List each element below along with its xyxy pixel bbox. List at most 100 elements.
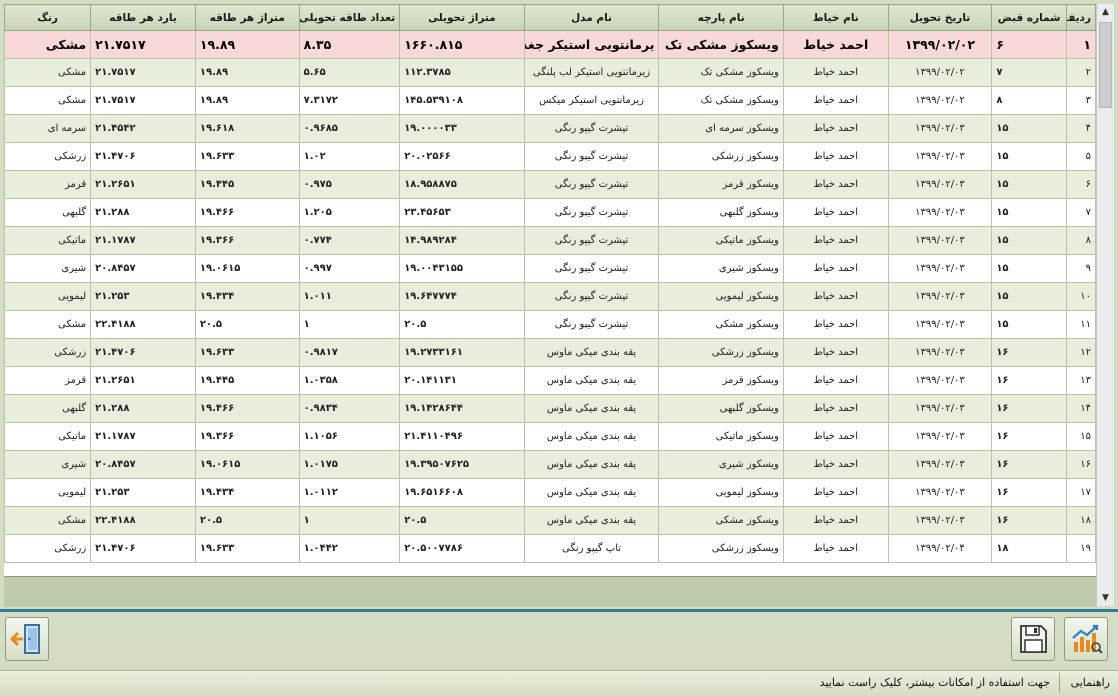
- cell-yard-per[interactable]: ۲۱.۱۷۸۷: [90, 226, 196, 255]
- column-header-color[interactable]: رنگ: [4, 4, 92, 31]
- cell-meter[interactable]: ۱۱۲.۳۷۸۵: [399, 58, 525, 87]
- cell-count[interactable]: ۸.۳۵: [298, 30, 401, 59]
- cell-meter[interactable]: ۲۱.۴۱۱۰۴۹۶: [399, 422, 525, 451]
- cell-model[interactable]: تیشرت گیپو رنگی: [523, 310, 660, 339]
- cell-color[interactable]: زرشکی: [4, 142, 92, 171]
- cell-receipt[interactable]: ۱۶: [991, 506, 1067, 535]
- cell-color[interactable]: مشکی: [4, 58, 92, 87]
- cell-yard-per[interactable]: ۲۱.۲۶۵۱: [90, 170, 196, 199]
- cell-tailor[interactable]: احمد خیاط: [782, 142, 889, 171]
- cell-meter[interactable]: ۱۹.۲۷۳۳۱۶۱: [399, 338, 525, 367]
- scroll-down-icon[interactable]: ▼: [1097, 590, 1114, 606]
- cell-tailor[interactable]: احمد خیاط: [782, 338, 889, 367]
- cell-count[interactable]: ۱.۰۱۱: [298, 282, 401, 311]
- cell-count[interactable]: ۱: [298, 506, 401, 535]
- scroll-thumb[interactable]: [1099, 22, 1112, 108]
- cell-date[interactable]: ۱۳۹۹/۰۲/۰۳: [887, 226, 993, 255]
- cell-meter-per[interactable]: ۱۹.۴۶۶: [194, 198, 300, 227]
- cell-meter[interactable]: ۱۹.۶۴۷۷۷۴: [399, 282, 525, 311]
- cell-model[interactable]: تیشرت گیپو رنگی: [523, 226, 660, 255]
- cell-tailor[interactable]: احمد خیاط: [782, 506, 889, 535]
- cell-yard-per[interactable]: ۲۱.۴۷۰۶: [90, 338, 196, 367]
- column-header-tailor[interactable]: نام خیاط: [782, 4, 889, 31]
- cell-fabric[interactable]: ویسکوز شیری: [658, 254, 784, 283]
- cell-model[interactable]: تیشرت گیپو رنگی: [523, 282, 660, 311]
- cell-receipt[interactable]: ۸: [991, 86, 1067, 115]
- cell-receipt[interactable]: ۱۵: [991, 226, 1067, 255]
- cell-tailor[interactable]: احمد خیاط: [782, 58, 889, 87]
- cell-row[interactable]: ۱۳: [1065, 366, 1096, 395]
- cell-date[interactable]: ۱۳۹۹/۰۲/۰۳: [887, 142, 993, 171]
- cell-date[interactable]: ۱۳۹۹/۰۲/۰۳: [887, 338, 993, 367]
- column-header-date[interactable]: تاریخ تحویل: [887, 4, 993, 31]
- cell-meter[interactable]: ۲۰.۱۴۱۱۳۱: [399, 366, 525, 395]
- cell-color[interactable]: شیری: [4, 254, 92, 283]
- table-row[interactable]: ۹ ۱۵ ۱۳۹۹/۰۲/۰۳ احمد خیاط ویسکوز شیری تیشرت گ…: [4, 254, 1096, 283]
- cell-model[interactable]: یقه بندی میکی ماوس: [523, 478, 660, 507]
- table-row[interactable]: ۵ ۱۵ ۱۳۹۹/۰۲/۰۳ احمد خیاط ویسکوز زرشکی تیشرت …: [4, 142, 1096, 171]
- cell-count[interactable]: ۱.۱۰۵۶: [298, 422, 401, 451]
- cell-tailor[interactable]: احمد خیاط: [782, 198, 889, 227]
- cell-fabric[interactable]: ویسکوز قرمز: [658, 366, 784, 395]
- cell-meter[interactable]: ۱۶۶۰.۸۱۵: [399, 30, 525, 59]
- cell-date[interactable]: ۱۳۹۹/۰۲/۰۳: [887, 114, 993, 143]
- cell-meter-per[interactable]: ۲۰.۵: [194, 310, 300, 339]
- cell-tailor[interactable]: احمد خیاط: [782, 534, 889, 563]
- cell-fabric[interactable]: ویسکوز گلبهی: [658, 394, 784, 423]
- table-row[interactable]: ۱۲ ۱۶ ۱۳۹۹/۰۲/۰۳ احمد خیاط ویسکوز زرشکی یقه ب…: [4, 338, 1096, 367]
- cell-meter-per[interactable]: ۱۹.۴۴۵: [194, 170, 300, 199]
- cell-model[interactable]: تیشرت گیپو رنگی: [523, 170, 660, 199]
- cell-date[interactable]: ۱۳۹۹/۰۲/۰۳: [887, 366, 993, 395]
- cell-fabric[interactable]: ویسکوز مشکی: [658, 310, 784, 339]
- cell-count[interactable]: ۰.۷۷۴: [298, 226, 401, 255]
- table-row[interactable]: ۱۷ ۱۶ ۱۳۹۹/۰۲/۰۳ احمد خیاط ویسکوز لیمویی یقه …: [4, 478, 1096, 507]
- cell-date[interactable]: ۱۳۹۹/۰۲/۰۳: [887, 170, 993, 199]
- cell-fabric[interactable]: ویسکوز مشکی تک: [658, 58, 784, 87]
- cell-row[interactable]: ۱۴: [1065, 394, 1096, 423]
- cell-yard-per[interactable]: ۲۱.۱۷۸۷: [90, 422, 196, 451]
- table-row[interactable]: ۸ ۱۵ ۱۳۹۹/۰۲/۰۳ احمد خیاط ویسکوز ماتیکی تیشرت…: [4, 226, 1096, 255]
- cell-tailor[interactable]: احمد خیاط: [782, 226, 889, 255]
- cell-count[interactable]: ۱.۰۱۷۵: [298, 450, 401, 479]
- cell-count[interactable]: ۱.۲۰۵: [298, 198, 401, 227]
- cell-yard-per[interactable]: ۲۱.۲۸۸: [90, 198, 196, 227]
- cell-meter-per[interactable]: ۱۹.۳۶۶: [194, 422, 300, 451]
- table-row[interactable]: ۲ ۷ ۱۳۹۹/۰۲/۰۲ احمد خیاط ویسکوز مشکی تک زیرما…: [4, 58, 1096, 87]
- table-row[interactable]: ۷ ۱۵ ۱۳۹۹/۰۲/۰۳ احمد خیاط ویسکوز گلبهی تیشرت …: [4, 198, 1096, 227]
- cell-fabric[interactable]: ویسکوز لیمویی: [658, 282, 784, 311]
- cell-fabric[interactable]: ویسکوز مشکی تک: [658, 30, 784, 59]
- cell-yard-per[interactable]: ۲۱.۷۵۱۷: [90, 58, 196, 87]
- cell-row[interactable]: ۸: [1065, 226, 1096, 255]
- cell-model[interactable]: یقه بندی میکی ماوس: [523, 366, 660, 395]
- cell-receipt[interactable]: ۱۶: [991, 478, 1067, 507]
- cell-date[interactable]: ۱۳۹۹/۰۲/۰۲: [887, 58, 993, 87]
- cell-color[interactable]: مشکی: [4, 506, 92, 535]
- cell-color[interactable]: زرشکی: [4, 338, 92, 367]
- cell-date[interactable]: ۱۳۹۹/۰۲/۰۳: [887, 422, 993, 451]
- cell-color[interactable]: مشکی: [4, 30, 92, 59]
- cell-row[interactable]: ۱۶: [1065, 450, 1096, 479]
- cell-yard-per[interactable]: ۲۱.۴۷۰۶: [90, 534, 196, 563]
- cell-row[interactable]: ۱: [1065, 30, 1096, 59]
- table-row[interactable]: ۱۱ ۱۵ ۱۳۹۹/۰۲/۰۳ احمد خیاط ویسکوز مشکی تیشرت …: [4, 310, 1096, 339]
- cell-tailor[interactable]: احمد خیاط: [782, 30, 889, 59]
- cell-count[interactable]: ۷.۳۱۷۲: [298, 86, 401, 115]
- cell-model[interactable]: زیرمانتویی استیکر میکس: [523, 86, 660, 115]
- cell-row[interactable]: ۳: [1065, 86, 1096, 115]
- cell-row[interactable]: ۹: [1065, 254, 1096, 283]
- cell-receipt[interactable]: ۱۶: [991, 366, 1067, 395]
- cell-meter-per[interactable]: ۱۹.۸۹: [194, 58, 300, 87]
- cell-tailor[interactable]: احمد خیاط: [782, 282, 889, 311]
- cell-meter[interactable]: ۱۹.۶۵۱۶۶۰۸: [399, 478, 525, 507]
- cell-date[interactable]: ۱۳۹۹/۰۲/۰۳: [887, 282, 993, 311]
- cell-tailor[interactable]: احمد خیاط: [782, 86, 889, 115]
- cell-row[interactable]: ۱۷: [1065, 478, 1096, 507]
- exit-button[interactable]: [5, 617, 49, 661]
- cell-meter[interactable]: ۱۹.۳۹۵۰۷۶۲۵: [399, 450, 525, 479]
- cell-model[interactable]: یقه بندی میکی ماوس: [523, 450, 660, 479]
- save-button[interactable]: [1011, 617, 1055, 661]
- cell-receipt[interactable]: ۱۵: [991, 198, 1067, 227]
- cell-count[interactable]: ۰.۹۸۱۷: [298, 338, 401, 367]
- cell-meter[interactable]: ۲۰.۵۰۰۷۷۸۶: [399, 534, 525, 563]
- cell-model[interactable]: تیشرت گیپو رنگی: [523, 254, 660, 283]
